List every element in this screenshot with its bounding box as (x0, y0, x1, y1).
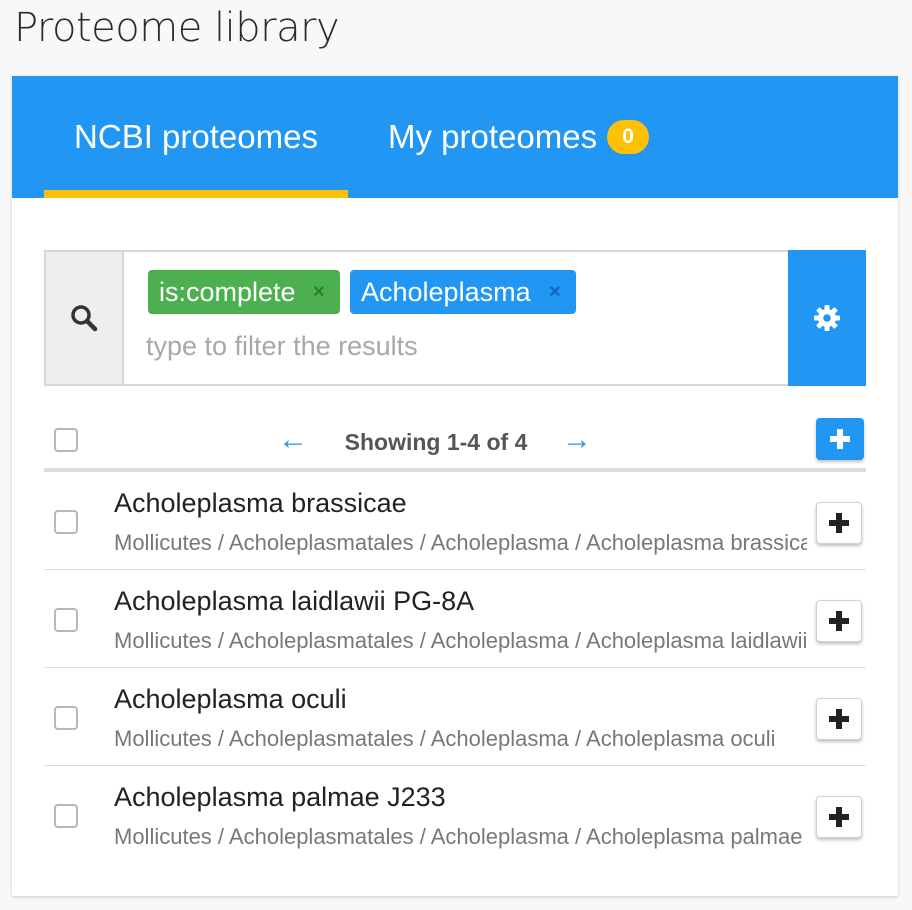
pagination-status: Showing 1-4 of 4 (344, 429, 528, 455)
search-settings-button[interactable] (788, 250, 866, 386)
select-all-checkbox[interactable] (54, 428, 78, 452)
plus-icon (829, 513, 849, 533)
list-item: Acholeplasma laidlawii PG-8A Mollicutes … (44, 570, 866, 668)
filter-tag-is-complete: is:complete × (148, 270, 340, 314)
row-checkbox[interactable] (54, 804, 78, 828)
proteome-lineage: Mollicutes / Acholeplasmatales / Acholep… (114, 726, 776, 751)
tab-ncbi-proteomes-label: NCBI proteomes (74, 118, 318, 155)
proteome-lineage: Mollicutes / Acholeplasmatales / Acholep… (114, 530, 807, 555)
filter-tag-label: Acholeplasma (361, 277, 531, 307)
add-proteome-button[interactable] (816, 502, 862, 544)
proteome-name: Acholeplasma palmae J233 (114, 782, 446, 812)
list-item: Acholeplasma brassicae Mollicutes / Acho… (44, 472, 866, 570)
my-proteomes-count-badge: 0 (607, 120, 650, 154)
row-checkbox[interactable] (54, 608, 78, 632)
proteome-name: Acholeplasma brassicae (114, 488, 407, 518)
tab-my-proteomes-label: My proteomes (388, 118, 598, 155)
row-checkbox[interactable] (54, 510, 78, 534)
plus-icon (829, 807, 849, 827)
add-all-button[interactable] (816, 418, 864, 460)
add-proteome-button[interactable] (816, 600, 862, 642)
remove-filter-icon[interactable]: × (549, 270, 561, 314)
list-item: Acholeplasma palmae J233 Mollicutes / Ac… (44, 766, 866, 864)
gear-icon (814, 305, 840, 331)
row-checkbox[interactable] (54, 706, 78, 730)
add-proteome-button[interactable] (816, 698, 862, 740)
plus-icon (829, 709, 849, 729)
list-item: Acholeplasma oculi Mollicutes / Acholepl… (44, 668, 866, 766)
proteome-library-card: NCBI proteomes My proteomes 0 is:complet… (12, 76, 898, 896)
filter-tag-acholeplasma: Acholeplasma × (350, 270, 576, 314)
proteome-name: Acholeplasma oculi (114, 684, 347, 714)
previous-page-button[interactable]: ← (278, 422, 308, 458)
next-page-button[interactable]: → (562, 422, 592, 458)
search-icon (71, 305, 98, 332)
remove-filter-icon[interactable]: × (313, 270, 325, 314)
add-proteome-button[interactable] (816, 796, 862, 838)
search-filter-box: is:complete × Acholeplasma × (44, 250, 866, 386)
tab-my-proteomes[interactable]: My proteomes 0 (388, 76, 688, 198)
proteome-name: Acholeplasma laidlawii PG-8A (114, 586, 475, 616)
tab-ncbi-proteomes[interactable]: NCBI proteomes (44, 76, 348, 198)
plus-icon (830, 429, 850, 449)
page-title: Proteome library (14, 5, 340, 51)
tab-bar: NCBI proteomes My proteomes 0 (12, 76, 898, 198)
proteome-lineage: Mollicutes / Acholeplasmatales / Acholep… (114, 824, 807, 849)
search-addon (46, 252, 124, 384)
filter-tag-label: is:complete (159, 277, 296, 307)
plus-icon (829, 611, 849, 631)
proteome-lineage: Mollicutes / Acholeplasmatales / Acholep… (114, 628, 807, 653)
search-input[interactable] (146, 324, 766, 368)
